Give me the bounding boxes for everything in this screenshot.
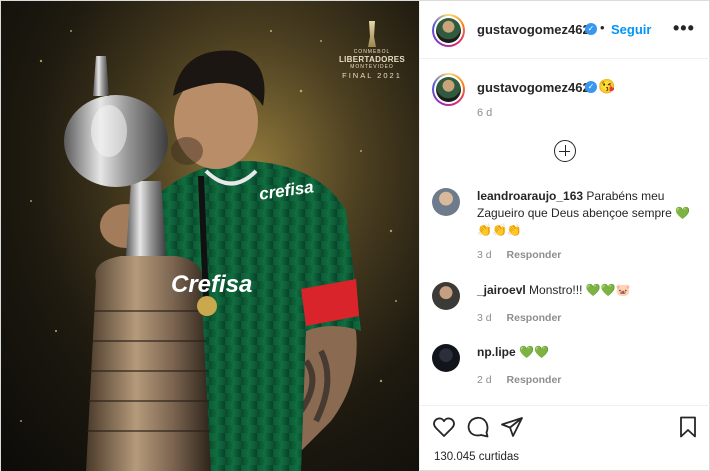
- verified-badge-icon: ✓: [585, 23, 597, 35]
- comment-time[interactable]: 2 d: [477, 374, 492, 386]
- share-paper-plane-icon[interactable]: [500, 415, 524, 439]
- like-heart-icon[interactable]: [432, 415, 456, 439]
- commenter-username[interactable]: np.lipe: [477, 345, 516, 359]
- comment-meta: 3 d Responder: [477, 312, 561, 324]
- more-options-icon[interactable]: •••: [673, 18, 695, 39]
- reply-button[interactable]: Responder: [507, 374, 562, 386]
- post-photo[interactable]: crefisa Crefisa CONMEBOL LIBERTADORES MO…: [1, 1, 419, 471]
- logo-line-2: LIBERTADORES: [338, 55, 406, 64]
- caption-time[interactable]: 6 d: [477, 107, 492, 119]
- caption-username[interactable]: gustavogomez462: [477, 80, 590, 95]
- comment-meta: 3 d Responder: [477, 249, 561, 261]
- comment-text: 💚💚: [519, 345, 549, 359]
- save-bookmark-icon[interactable]: [676, 415, 700, 439]
- post-side-panel: gustavogomez462 ✓ • Seguir ••• gustavogo…: [419, 1, 710, 471]
- load-more-comments-icon[interactable]: [554, 140, 576, 162]
- commenter-username[interactable]: _jairoevl: [477, 283, 526, 297]
- logo-line-3: MONTEVIDEO: [350, 64, 394, 70]
- commenter-avatar[interactable]: [432, 188, 460, 216]
- likes-count[interactable]: 130.045 curtidas: [434, 451, 519, 463]
- comment-time[interactable]: 3 d: [477, 249, 492, 261]
- trophy-icon: [368, 21, 376, 47]
- commenter-avatar[interactable]: [432, 344, 460, 372]
- comment-meta: 2 d Responder: [477, 374, 561, 386]
- author-avatar[interactable]: [432, 14, 465, 47]
- caption-avatar[interactable]: [432, 73, 465, 106]
- comment-time[interactable]: 3 d: [477, 312, 492, 324]
- follow-button[interactable]: Seguir: [611, 22, 651, 37]
- comment-body: np.lipe 💚💚: [477, 344, 702, 361]
- instagram-post: crefisa Crefisa CONMEBOL LIBERTADORES MO…: [0, 0, 710, 471]
- reply-button[interactable]: Responder: [507, 249, 562, 261]
- post-header: gustavogomez462 ✓ • Seguir •••: [420, 1, 710, 59]
- commenter-avatar[interactable]: [432, 282, 460, 310]
- comment-body: leandroaraujo_163 Parabéns meu Zagueiro …: [477, 188, 702, 239]
- post-actions-bar: 130.045 curtidas: [420, 405, 710, 471]
- logo-line-4: FINAL 2021: [342, 71, 402, 80]
- comment-body: _jairoevl Monstro!!! 💚💚🐷: [477, 282, 702, 299]
- libertadores-logo: CONMEBOL LIBERTADORES MONTEVIDEO FINAL 2…: [336, 21, 408, 80]
- jersey-chest-text: Crefisa: [171, 271, 253, 298]
- comment-text: Monstro!!! 💚💚🐷: [529, 283, 631, 297]
- caption-emoji: 😘: [598, 78, 616, 94]
- separator-dot: •: [600, 20, 605, 35]
- commenter-username[interactable]: leandroaraujo_163: [477, 189, 583, 203]
- author-username[interactable]: gustavogomez462: [477, 22, 590, 37]
- reply-button[interactable]: Responder: [507, 312, 562, 324]
- comment-bubble-icon[interactable]: [466, 415, 490, 439]
- verified-badge-icon: ✓: [585, 81, 597, 93]
